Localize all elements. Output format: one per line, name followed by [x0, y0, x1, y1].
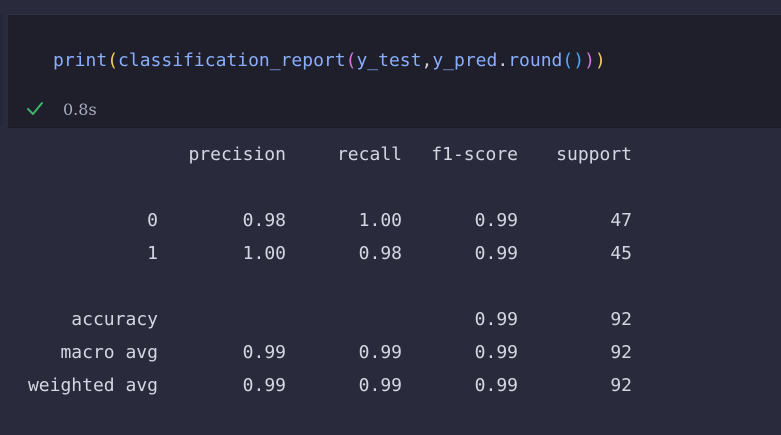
- cell-precision: 0.98: [242, 210, 286, 231]
- header-precision: precision: [188, 144, 286, 165]
- cell-support: 92: [610, 342, 632, 363]
- cell-f1-score: 0.99: [474, 342, 518, 363]
- cell-recall: 1.00: [358, 210, 402, 231]
- cell-precision: 0.99: [242, 375, 286, 396]
- header-support: support: [556, 144, 632, 165]
- row-label: 0: [147, 210, 158, 231]
- cell-support: 92: [610, 375, 632, 396]
- row-label: accuracy: [71, 309, 158, 330]
- row-label: macro avg: [60, 342, 158, 363]
- cell-support: 47: [610, 210, 632, 231]
- cell-f1-score: 0.99: [474, 375, 518, 396]
- classification-report-output: precision recall f1-score support 0 0.98…: [0, 0, 781, 435]
- cell-f1-score: 0.99: [474, 243, 518, 264]
- header-recall: recall: [336, 144, 402, 165]
- cell-recall: 0.99: [358, 342, 402, 363]
- cell-f1-score: 0.99: [474, 210, 518, 231]
- row-label: weighted avg: [27, 375, 158, 396]
- cell-f1-score: 0.99: [474, 309, 518, 330]
- cell-support: 92: [610, 309, 632, 330]
- row-label: 1: [147, 243, 158, 264]
- cell-precision: 0.99: [242, 342, 286, 363]
- cell-recall: 0.98: [358, 243, 402, 264]
- cell-recall: 0.99: [358, 375, 402, 396]
- cell-precision: 1.00: [242, 243, 286, 264]
- cell-support: 45: [610, 243, 632, 264]
- header-f1-score: f1-score: [431, 144, 518, 165]
